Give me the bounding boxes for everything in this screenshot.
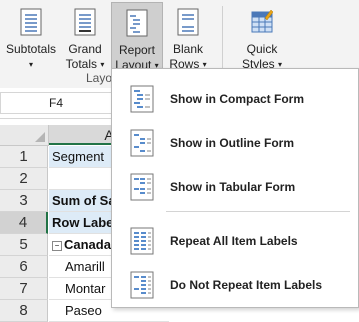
quick-styles-icon — [251, 8, 273, 36]
name-box[interactable]: F4 — [0, 92, 112, 114]
quick-styles-button[interactable]: Quick Styles ▾ — [234, 2, 290, 74]
row-header-selected[interactable]: 4 — [0, 212, 48, 234]
grand-totals-icon — [74, 8, 96, 36]
quick-styles-label-1: Quick — [246, 42, 278, 56]
menu-item-compact-form[interactable]: Show in Compact Form — [112, 79, 358, 119]
row-header[interactable]: 2 — [0, 168, 48, 190]
compact-form-icon — [130, 85, 154, 113]
row-header[interactable]: 3 — [0, 190, 48, 212]
outline-form-label: Show in Outline Form — [170, 136, 294, 150]
report-layout-button[interactable]: Report Layout ▾ — [111, 2, 163, 74]
grand-totals-label-1: Grand — [68, 42, 102, 56]
menu-item-repeat-labels[interactable]: Repeat All Item Labels — [112, 221, 358, 261]
ribbon-separator — [222, 6, 223, 70]
menu-item-tabular-form[interactable]: Show in Tabular Form — [112, 167, 358, 207]
repeat-labels-icon — [130, 227, 154, 255]
tabular-form-label: Show in Tabular Form — [170, 180, 296, 194]
collapse-icon[interactable]: − — [52, 241, 62, 251]
do-not-repeat-labels-icon — [130, 271, 154, 299]
grand-totals-button[interactable]: Grand Totals ▾ — [62, 2, 108, 74]
row-header[interactable]: 1 — [0, 146, 48, 168]
subtotals-icon — [20, 8, 42, 36]
subtotals-button[interactable]: Subtotals ▾ — [2, 2, 60, 74]
menu-item-do-not-repeat-labels[interactable]: Do Not Repeat Item Labels — [112, 265, 358, 305]
subtotals-label: Subtotals — [5, 42, 57, 56]
menu-item-outline-form[interactable]: Show in Outline Form — [112, 123, 358, 163]
row-header[interactable]: 7 — [0, 278, 48, 300]
row-header[interactable]: 8 — [0, 300, 48, 322]
menu-separator — [166, 211, 350, 212]
compact-form-label: Show in Compact Form — [170, 92, 305, 106]
layout-group-label: Layo — [86, 71, 113, 85]
row-header[interactable]: 6 — [0, 256, 48, 278]
tabular-form-icon — [130, 173, 154, 201]
report-layout-icon — [126, 9, 148, 37]
repeat-labels-label: Repeat All Item Labels — [170, 234, 298, 248]
select-all-corner[interactable] — [0, 125, 49, 146]
report-layout-menu: Show in Compact Form Show in Outline For… — [111, 68, 359, 308]
subtotals-caret: ▾ — [28, 60, 33, 69]
do-not-repeat-labels-label: Do Not Repeat Item Labels — [170, 278, 323, 292]
outline-form-icon — [130, 129, 154, 157]
row-header[interactable]: 5 — [0, 234, 48, 256]
blank-rows-button[interactable]: Blank Rows ▾ — [166, 2, 210, 74]
cell-a5-text: Canada — [64, 237, 111, 252]
blank-rows-icon — [177, 8, 199, 36]
report-layout-label-1: Report — [118, 43, 156, 57]
blank-rows-label-1: Blank — [172, 42, 204, 56]
